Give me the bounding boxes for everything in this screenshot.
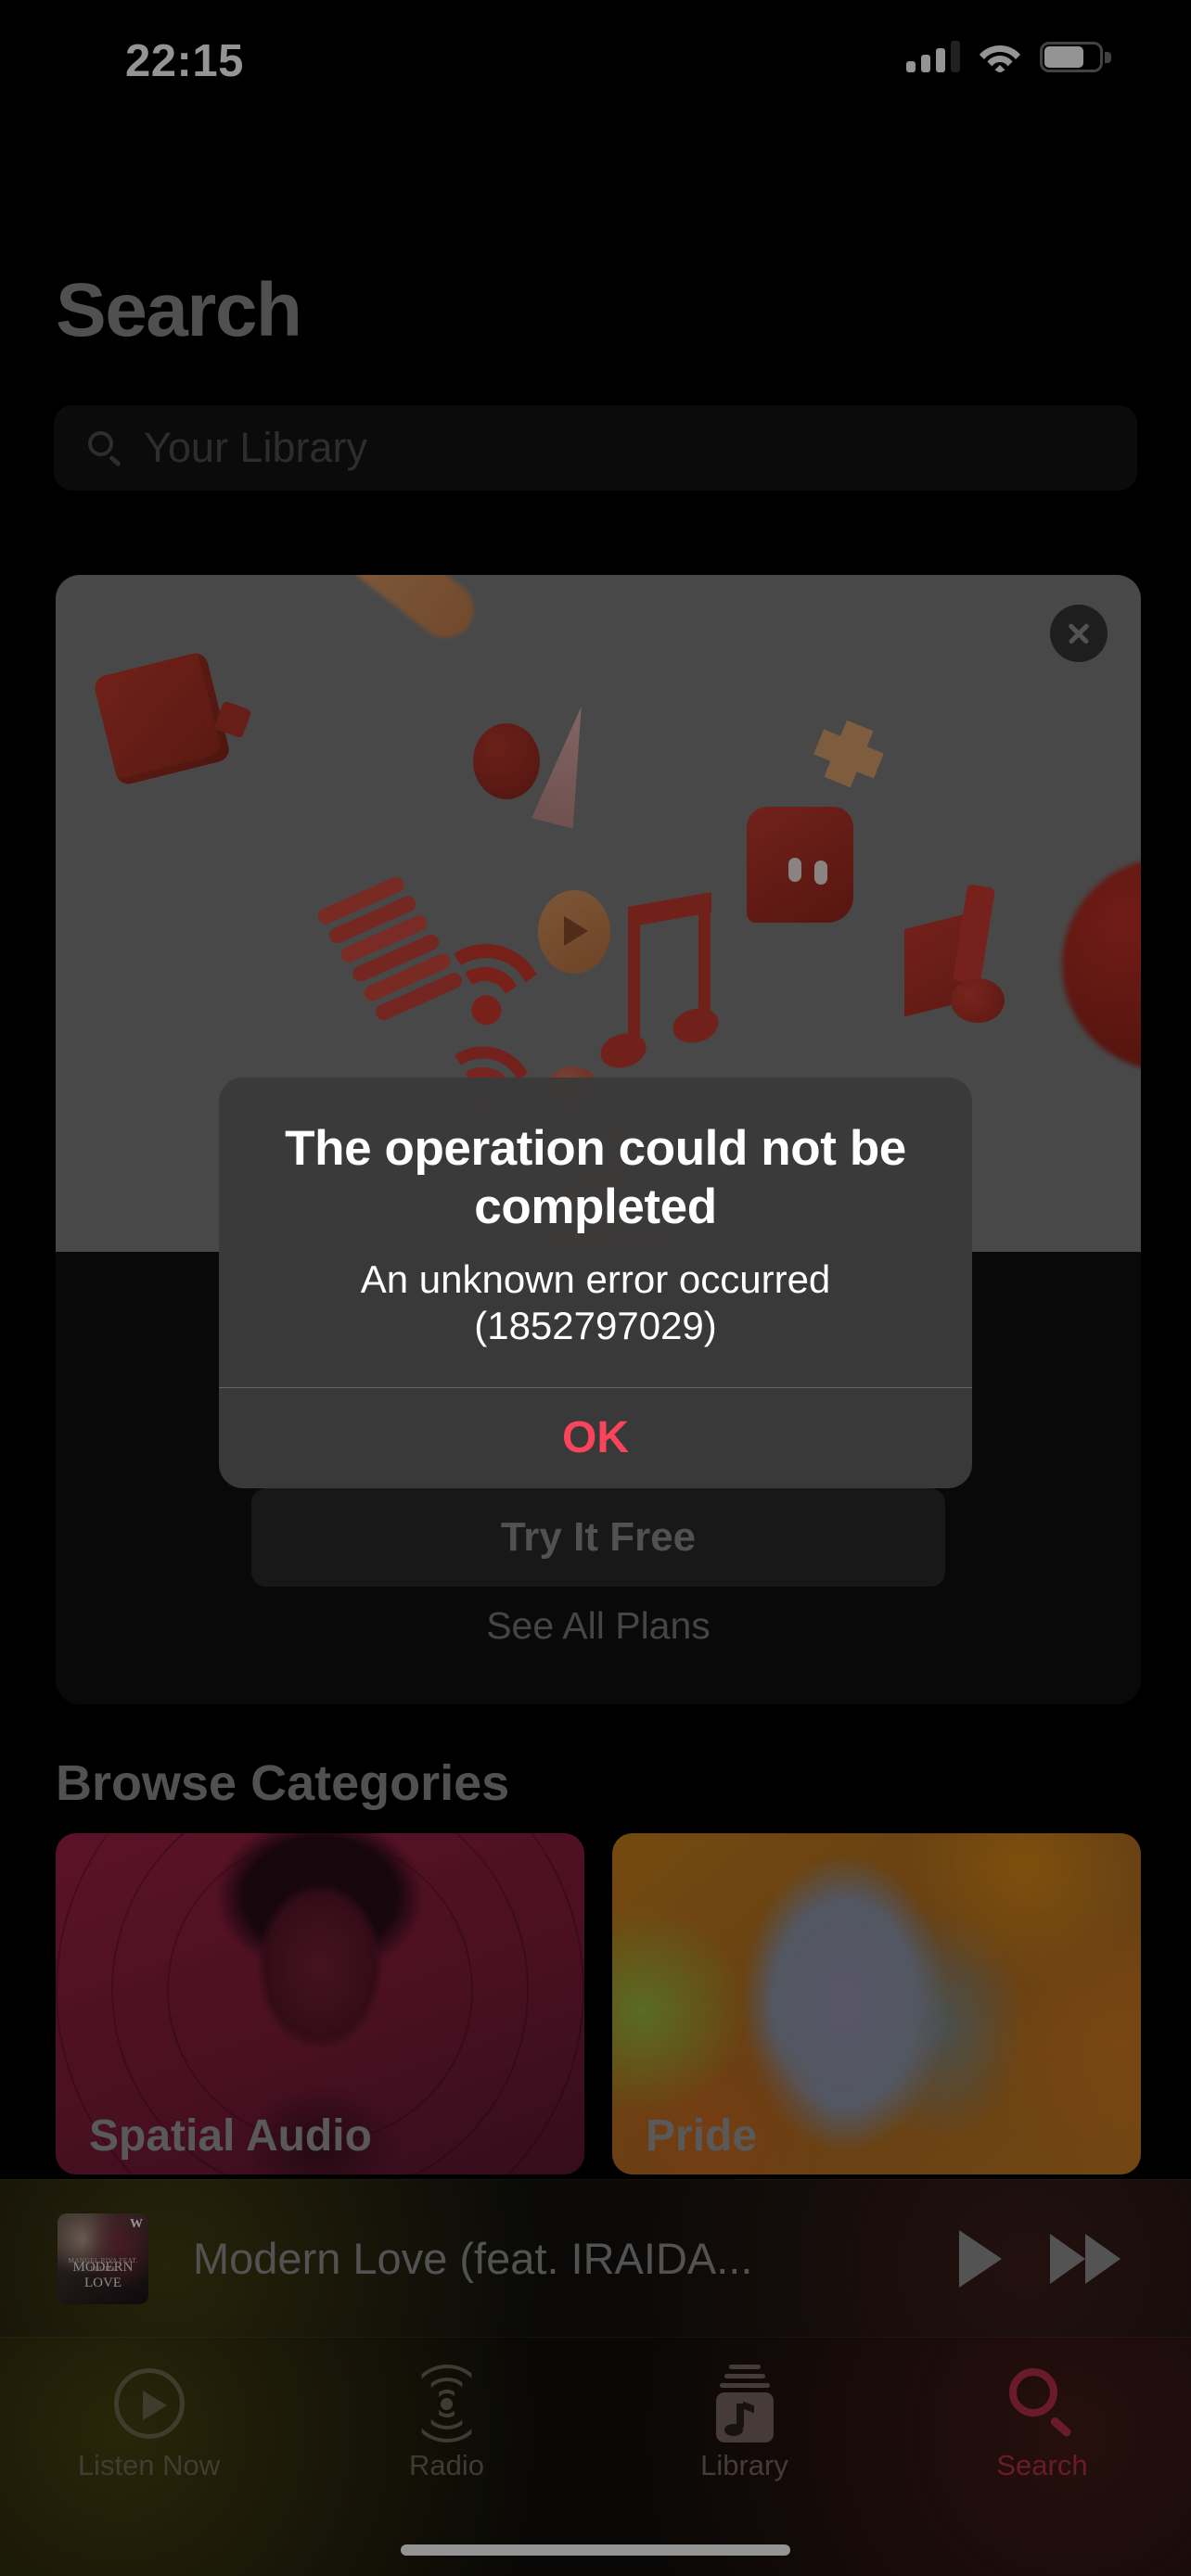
alert-body: The operation could not be completed An … (219, 1078, 972, 1387)
alert-title: The operation could not be completed (285, 1121, 906, 1234)
alert-message: An unknown error occurred (1852797029) (360, 1257, 831, 1348)
error-alert-dialog: The operation could not be completed An … (219, 1078, 972, 1488)
phone-screen: Search Your Library Try It Free See All … (0, 0, 1191, 2576)
alert-ok-button[interactable]: OK (219, 1388, 972, 1488)
